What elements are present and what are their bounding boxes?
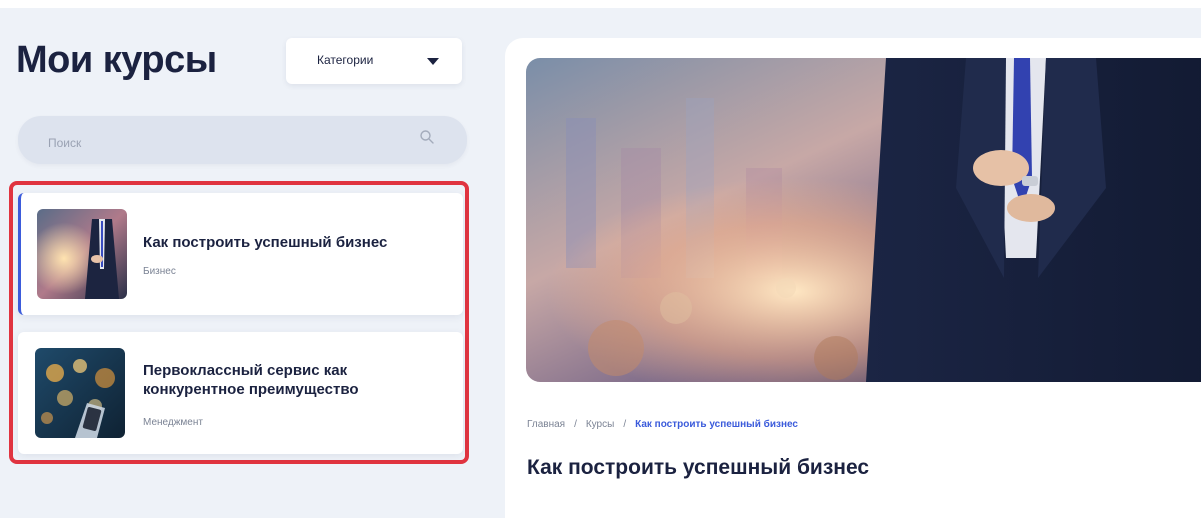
breadcrumb-separator: / bbox=[623, 419, 627, 430]
course-title: Как построить успешный бизнес bbox=[527, 456, 870, 479]
breadcrumb-item-current: Как построить успешный бизнес bbox=[635, 419, 798, 430]
breadcrumb: Главная / Курсы / Как построить успешный биз… bbox=[527, 419, 798, 430]
breadcrumb-item-home[interactable]: Главная bbox=[527, 419, 565, 430]
page-title: Мои курсы bbox=[16, 39, 217, 81]
category-dropdown-button[interactable]: Категории bbox=[286, 38, 462, 84]
course-card-business[interactable]: Как построить успешный бизнес Бизнес bbox=[18, 193, 463, 315]
course-thumbnail-business bbox=[37, 209, 127, 299]
breadcrumb-item-courses[interactable]: Курсы bbox=[586, 419, 614, 430]
course-card-title: Первоклассный сервис как конкурентное пр… bbox=[143, 362, 359, 398]
course-card-management[interactable]: Первоклассный сервис как конкурентное пр… bbox=[18, 332, 463, 454]
course-card-category: Бизнес bbox=[143, 266, 176, 277]
category-dropdown-label: Категории bbox=[317, 53, 374, 67]
course-hero-image bbox=[526, 58, 1201, 382]
breadcrumb-separator: / bbox=[574, 419, 577, 430]
course-card-title: Как построить успешный бизнес bbox=[143, 234, 388, 251]
caret-down-icon bbox=[427, 58, 439, 65]
sidebar: Мои курсы Категории Поиск Как построить … bbox=[0, 0, 485, 514]
course-card-category: Менеджмент bbox=[143, 417, 203, 428]
search-input[interactable] bbox=[18, 116, 467, 164]
search-icon[interactable] bbox=[419, 129, 435, 145]
search-placeholder: Поиск bbox=[48, 136, 82, 150]
course-thumbnail-management bbox=[35, 348, 125, 438]
